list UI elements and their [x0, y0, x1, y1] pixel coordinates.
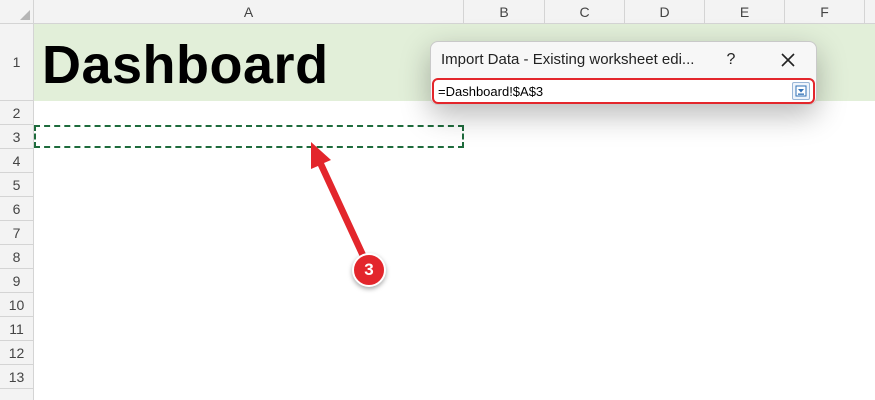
column-header-e[interactable]: E: [705, 0, 785, 24]
column-header-b[interactable]: B: [464, 0, 545, 24]
column-header-c[interactable]: C: [545, 0, 625, 24]
help-button[interactable]: ?: [719, 47, 743, 73]
row-header-3[interactable]: 3: [0, 125, 34, 149]
select-all-corner[interactable]: [0, 0, 34, 24]
close-icon: [781, 53, 795, 67]
row-header-10[interactable]: 10: [0, 293, 34, 317]
row-header-6[interactable]: 6: [0, 197, 34, 221]
row-header-2[interactable]: 2: [0, 101, 34, 125]
row-header-1[interactable]: 1: [0, 24, 34, 101]
reference-field-highlight: [432, 78, 815, 104]
collapse-dialog-button[interactable]: [792, 82, 810, 100]
row-header-9[interactable]: 9: [0, 269, 34, 293]
cell-a1-title[interactable]: Dashboard: [42, 30, 329, 100]
reference-input[interactable]: [438, 82, 778, 100]
column-header-d[interactable]: D: [625, 0, 705, 24]
row-header-12[interactable]: 12: [0, 341, 34, 365]
selected-range-marquee-a3[interactable]: [34, 125, 464, 148]
row-header-11[interactable]: 11: [0, 317, 34, 341]
column-header-partial: [865, 0, 875, 24]
row-header-8[interactable]: 8: [0, 245, 34, 269]
close-button[interactable]: [775, 47, 801, 73]
row-header-13[interactable]: 13: [0, 365, 34, 389]
row-header-7[interactable]: 7: [0, 221, 34, 245]
row-header-5[interactable]: 5: [0, 173, 34, 197]
collapse-dialog-icon: [795, 85, 807, 97]
column-header-a[interactable]: A: [34, 0, 464, 24]
row-header-partial: [0, 389, 34, 400]
import-data-dialog: Import Data - Existing worksheet edi... …: [430, 41, 817, 105]
step-badge: 3: [352, 253, 386, 287]
dialog-title: Import Data - Existing worksheet edi...: [441, 51, 695, 68]
row-header-4[interactable]: 4: [0, 149, 34, 173]
column-header-f[interactable]: F: [785, 0, 865, 24]
